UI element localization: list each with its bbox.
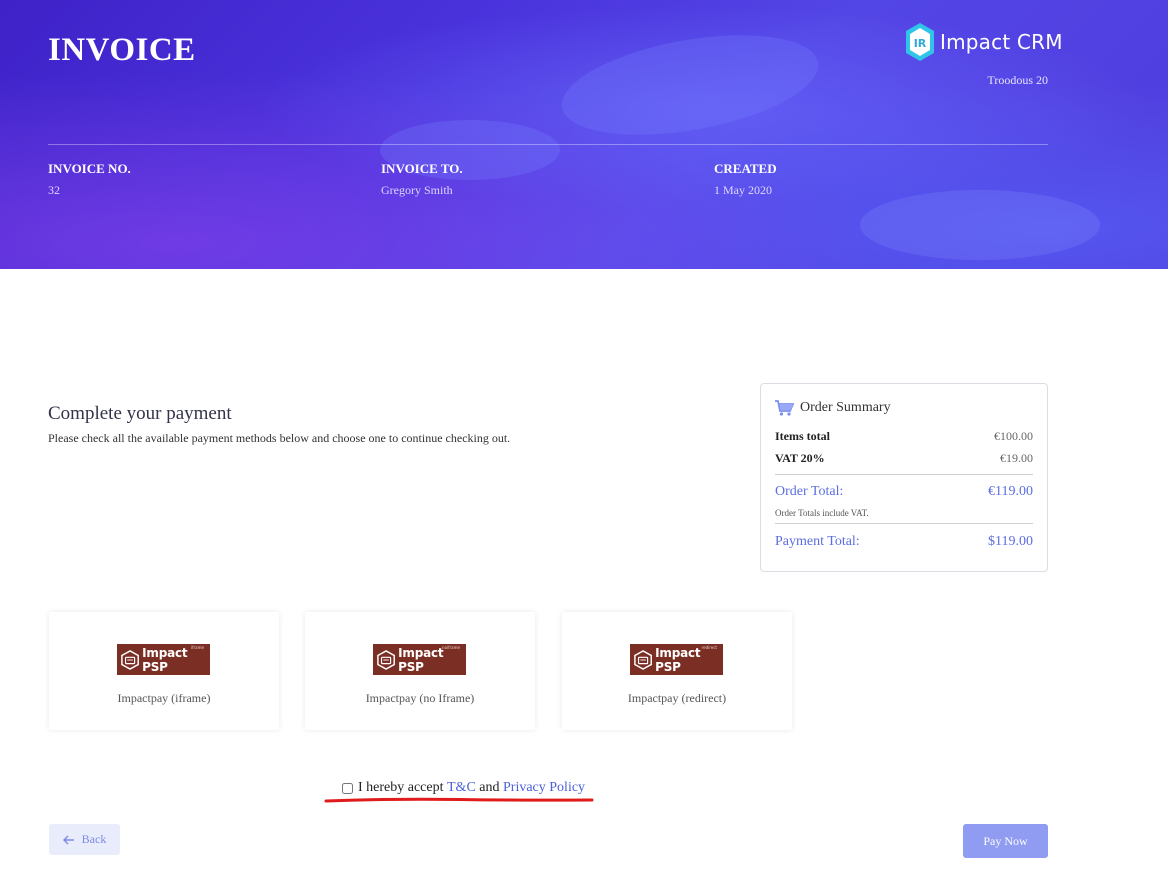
red-underline-annotation xyxy=(324,797,594,803)
items-total-value: €100.00 xyxy=(994,429,1033,443)
created-block: CREATED 1 May 2020 xyxy=(714,161,777,198)
terms-prefix: I hereby accept xyxy=(358,780,444,795)
invoice-number-value: 32 xyxy=(48,183,60,197)
invoice-to-block: INVOICE TO. Gregory Smith xyxy=(381,161,463,198)
hexagon-logo-icon: IR xyxy=(906,23,934,61)
payment-total-row: Payment Total: $119.00 xyxy=(775,534,1033,550)
payment-description: Please check all the available payment m… xyxy=(48,431,511,445)
pay-now-button[interactable]: Pay Now xyxy=(963,824,1048,858)
items-total-row: Items total €100.00 xyxy=(775,429,1033,444)
brand-mark-text: IR xyxy=(914,37,927,50)
terms-and: and xyxy=(479,780,500,795)
payment-total-value: $119.00 xyxy=(988,534,1033,549)
pay-now-label: Pay Now xyxy=(983,833,1028,848)
vat-value: €19.00 xyxy=(1000,451,1033,465)
payment-method-no-iframe[interactable]: Impact PSP noiframe Impactpay (no Iframe… xyxy=(305,612,535,730)
invoice-to-value: Gregory Smith xyxy=(381,183,453,197)
summary-divider xyxy=(775,523,1033,524)
invoice-to-label: INVOICE TO. xyxy=(381,161,463,176)
payment-title: Complete your payment xyxy=(48,403,232,424)
company-address: Troodous 20 xyxy=(987,73,1048,87)
accept-terms-checkbox[interactable] xyxy=(342,782,353,794)
psp-badge-icon xyxy=(121,649,139,670)
psp-badge-icon xyxy=(634,649,652,670)
privacy-policy-link[interactable]: Privacy Policy xyxy=(503,780,585,796)
brand-name: Impact CRM xyxy=(940,30,1063,54)
vat-note: Order Totals include VAT. xyxy=(775,508,869,518)
impact-psp-logo: Impact PSP redirect xyxy=(630,644,723,675)
header-texture xyxy=(860,190,1100,260)
payment-method-redirect[interactable]: Impact PSP redirect Impactpay (redirect) xyxy=(562,612,792,730)
impact-psp-logo: Impact PSP noiframe xyxy=(373,644,466,675)
invoice-number-block: INVOICE NO. 32 xyxy=(48,161,131,198)
summary-divider xyxy=(775,474,1033,475)
brand-logo: IR Impact CRM xyxy=(904,22,1063,62)
vat-row: VAT 20% €19.00 xyxy=(775,451,1033,466)
order-total-row: Order Total: €119.00 xyxy=(775,484,1033,500)
header-divider xyxy=(48,144,1048,145)
terms-acceptance: I hereby accept T&C and Privacy Policy xyxy=(342,780,585,796)
psp-logo-tag: iframe xyxy=(191,645,204,650)
order-total-label: Order Total: xyxy=(775,484,844,499)
page-title: INVOICE xyxy=(48,32,196,68)
terms-link[interactable]: T&C xyxy=(447,780,476,796)
arrow-left-icon xyxy=(62,835,74,844)
payment-method-label: Impactpay (no Iframe) xyxy=(365,691,475,705)
payment-method-iframe[interactable]: Impact PSP iframe Impactpay (iframe) xyxy=(49,612,279,730)
payment-total-label: Payment Total: xyxy=(775,534,860,549)
payment-method-label: Impactpay (redirect) xyxy=(627,691,727,705)
created-label: CREATED xyxy=(714,161,777,176)
back-button-label: Back xyxy=(81,832,107,846)
order-summary: Order Summary Items total €100.00 VAT 20… xyxy=(760,383,1048,572)
cart-icon xyxy=(775,400,794,416)
back-button[interactable]: Back xyxy=(49,824,120,855)
psp-logo-tag: redirect xyxy=(701,645,717,650)
created-value: 1 May 2020 xyxy=(714,183,772,197)
invoice-header: INVOICE IR Impact CRM Troodous 20 INVOIC… xyxy=(0,0,1168,269)
invoice-number-label: INVOICE NO. xyxy=(48,161,131,176)
psp-logo-tag: noiframe xyxy=(442,645,460,650)
payment-method-label: Impactpay (iframe) xyxy=(117,691,211,705)
order-total-value: €119.00 xyxy=(988,484,1033,499)
header-texture xyxy=(554,18,826,152)
vat-label: VAT 20% xyxy=(775,451,825,465)
order-summary-header: Order Summary xyxy=(775,400,1033,416)
psp-badge-icon xyxy=(377,649,395,670)
impact-psp-logo: Impact PSP iframe xyxy=(117,644,210,675)
items-total-label: Items total xyxy=(775,429,830,443)
order-summary-heading: Order Summary xyxy=(800,400,891,415)
